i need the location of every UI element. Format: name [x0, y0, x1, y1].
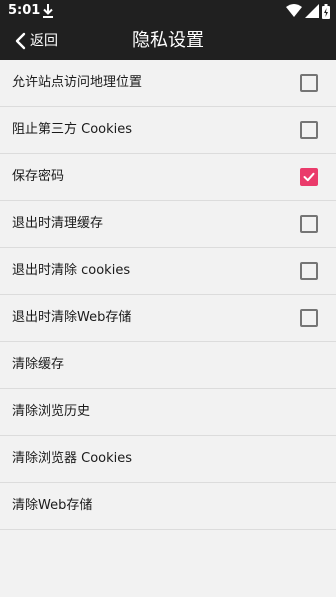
wifi-icon: [286, 4, 302, 17]
setting-row-clear-web-storage-on-exit[interactable]: 退出时清除Web存储: [0, 295, 336, 342]
checkbox-geolocation[interactable]: [300, 74, 318, 92]
action-label: 清除浏览器 Cookies: [12, 451, 133, 466]
setting-label: 退出时清除Web存储: [12, 310, 132, 325]
setting-row-save-password[interactable]: 保存密码: [0, 154, 336, 201]
action-clear-cache[interactable]: 清除缓存: [0, 342, 336, 389]
status-icons: [286, 3, 330, 19]
action-label: 清除浏览历史: [12, 404, 91, 419]
app-header: 返回 隐私设置: [0, 22, 336, 60]
action-label: 清除Web存储: [12, 498, 93, 513]
setting-row-clear-cookies-on-exit[interactable]: 退出时清除 cookies: [0, 248, 336, 295]
setting-label: 阻止第三方 Cookies: [12, 122, 133, 137]
status-bar: 5:01: [0, 0, 336, 22]
checkmark-icon: [303, 172, 315, 182]
setting-label: 退出时清除 cookies: [12, 263, 131, 278]
action-clear-browser-cookies[interactable]: 清除浏览器 Cookies: [0, 436, 336, 483]
status-time: 5:01: [8, 3, 41, 18]
page-title: 隐私设置: [132, 30, 204, 51]
setting-row-geolocation[interactable]: 允许站点访问地理位置: [0, 60, 336, 107]
setting-label: 允许站点访问地理位置: [12, 75, 143, 90]
checkbox-clear-web-storage-on-exit[interactable]: [300, 309, 318, 327]
action-clear-web-storage[interactable]: 清除Web存储: [0, 483, 336, 530]
cellular-signal-icon: [305, 4, 319, 18]
download-icon: [43, 4, 53, 18]
checkbox-clear-cache-on-exit[interactable]: [300, 215, 318, 233]
checkbox-block-third-party-cookies[interactable]: [300, 121, 318, 139]
checkbox-save-password[interactable]: [300, 168, 318, 186]
action-clear-browsing-history[interactable]: 清除浏览历史: [0, 389, 336, 436]
setting-row-clear-cache-on-exit[interactable]: 退出时清理缓存: [0, 201, 336, 248]
settings-list: 允许站点访问地理位置 阻止第三方 Cookies 保存密码 退出时清理缓存 退出…: [0, 60, 336, 530]
battery-charging-icon: [322, 3, 330, 19]
action-label: 清除缓存: [12, 357, 65, 372]
setting-label: 退出时清理缓存: [12, 216, 104, 231]
checkbox-clear-cookies-on-exit[interactable]: [300, 262, 318, 280]
setting-row-block-third-party-cookies[interactable]: 阻止第三方 Cookies: [0, 107, 336, 154]
setting-label: 保存密码: [12, 169, 65, 184]
